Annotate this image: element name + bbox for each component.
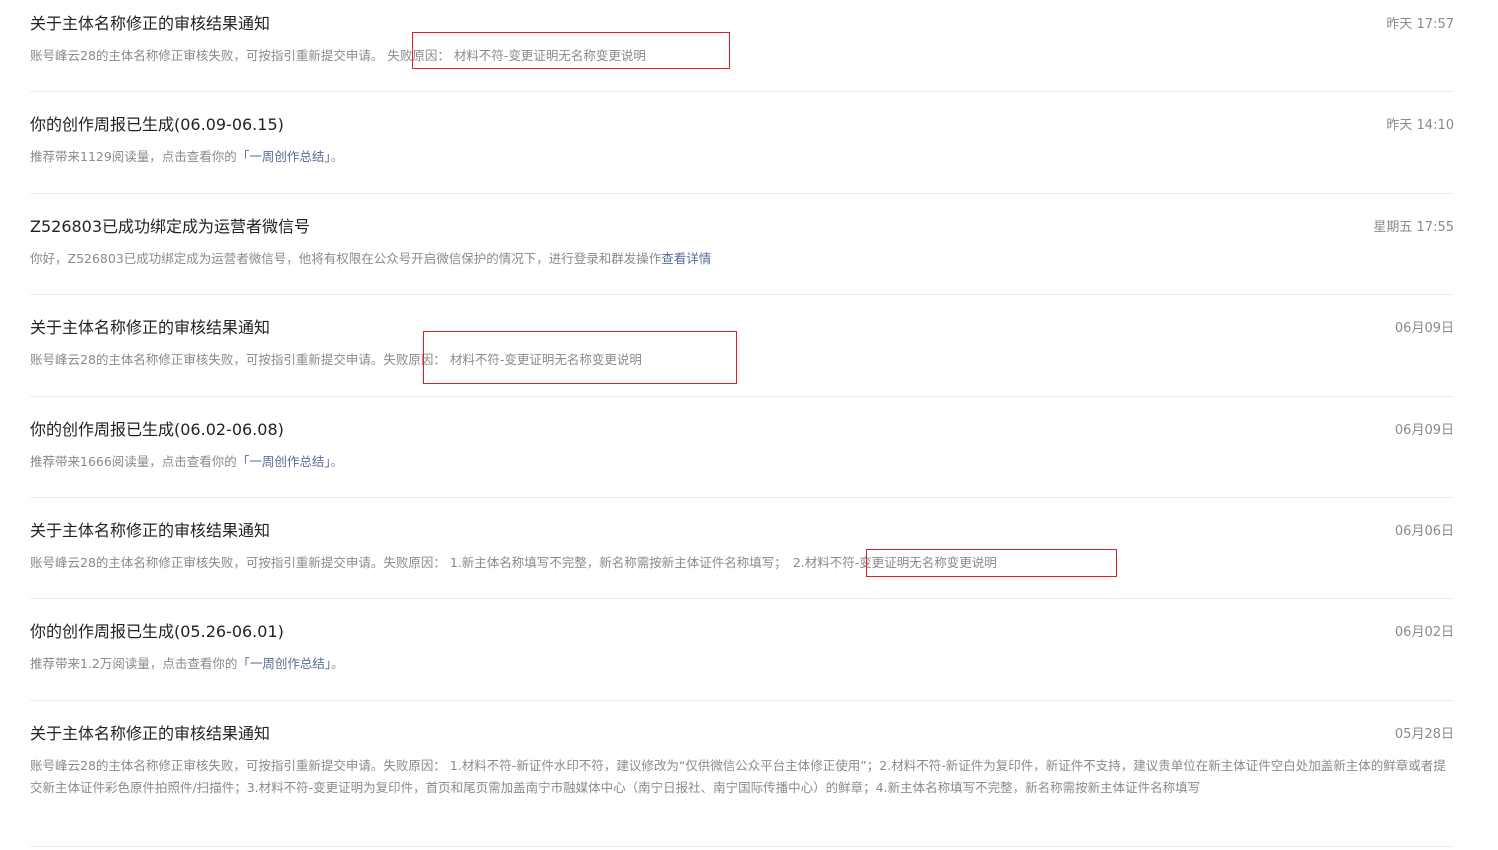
- weekly-summary-link[interactable]: 「一周创作总结」: [237, 656, 331, 671]
- message-desc: 你好，Z526803已成功绑定成为运营者微信号，他将有权限在公众号开启微信保护的…: [30, 248, 1454, 269]
- message-time: 星期五 17:55: [1373, 220, 1454, 235]
- list-item[interactable]: 你的创作周报已生成(05.26-06.01) 06月02日 推荐带来1.2万阅读…: [30, 599, 1454, 701]
- desc-text: 账号峰云28的主体名称修正审核失败，可按指引重新提交申请。: [30, 352, 384, 367]
- message-time: 06月02日: [1394, 625, 1454, 640]
- desc-text: 。: [330, 454, 344, 469]
- message-time: 06月09日: [1394, 321, 1454, 336]
- message-title[interactable]: 关于主体名称修正的审核结果通知: [30, 723, 270, 745]
- desc-text: 推荐带来1666阅读量，点击查看你的: [30, 454, 237, 469]
- message-desc: 推荐带来1666阅读量，点击查看你的「一周创作总结」。: [30, 451, 1454, 472]
- desc-text: 。: [330, 149, 344, 164]
- failure-reason-highlight: 失败原因： 材料不符-变更证明无名称变更说明: [383, 352, 642, 367]
- message-time: 05月28日: [1394, 727, 1454, 742]
- message-time: 昨天 17:57: [1386, 17, 1454, 32]
- message-time: 06月09日: [1394, 423, 1454, 438]
- view-details-link[interactable]: 查看详情: [661, 251, 711, 266]
- desc-text: 账号峰云28的主体名称修正审核失败，可按指引重新提交申请。: [30, 48, 384, 63]
- message-title[interactable]: 你的创作周报已生成(06.02-06.08): [30, 419, 284, 441]
- message-desc: 推荐带来1129阅读量，点击查看你的「一周创作总结」。: [30, 146, 1454, 167]
- message-desc: 账号峰云28的主体名称修正审核失败，可按指引重新提交申请。失败原因： 材料不符-…: [30, 45, 1454, 66]
- weekly-summary-link[interactable]: 「一周创作总结」: [237, 454, 331, 469]
- message-desc: 推荐带来1.2万阅读量，点击查看你的「一周创作总结」。: [30, 653, 1454, 674]
- desc-text: 你好，Z526803已成功绑定成为运营者微信号，他将有权限在公众号开启微信保护的…: [30, 251, 662, 266]
- message-title[interactable]: 关于主体名称修正的审核结果通知: [30, 13, 270, 35]
- message-title[interactable]: 关于主体名称修正的审核结果通知: [30, 317, 270, 339]
- desc-text: 。: [331, 656, 344, 671]
- list-item[interactable]: 关于主体名称修正的审核结果通知 昨天 17:57 账号峰云28的主体名称修正审核…: [30, 0, 1454, 92]
- list-item[interactable]: 关于主体名称修正的审核结果通知 06月06日 账号峰云28的主体名称修正审核失败…: [30, 498, 1454, 599]
- message-title[interactable]: 你的创作周报已生成(06.09-06.15): [30, 114, 284, 136]
- failure-reason-highlight: 失败原因： 材料不符-变更证明无名称变更说明: [387, 48, 646, 63]
- message-title[interactable]: 关于主体名称修正的审核结果通知: [30, 520, 270, 542]
- message-title[interactable]: Z526803已成功绑定成为运营者微信号: [30, 216, 310, 238]
- failure-reason-highlight: 2.材料不符-变更证明无名称变更说明: [792, 555, 997, 570]
- desc-text: 账号峰云28的主体名称修正审核失败，可按指引重新提交申请。失败原因： 1.新主体…: [30, 555, 787, 570]
- list-item[interactable]: 你的创作周报已生成(06.09-06.15) 昨天 14:10 推荐带来1129…: [30, 92, 1454, 194]
- message-desc: 账号峰云28的主体名称修正审核失败，可按指引重新提交申请。失败原因： 1.新主体…: [30, 552, 1454, 573]
- message-desc: 账号峰云28的主体名称修正审核失败，可按指引重新提交申请。失败原因： 1.材料不…: [30, 758, 1446, 795]
- list-item[interactable]: 关于主体名称修正的审核结果通知 06月09日 账号峰云28的主体名称修正审核失败…: [30, 295, 1454, 397]
- list-item[interactable]: Z526803已成功绑定成为运营者微信号 星期五 17:55 你好，Z52680…: [30, 194, 1454, 295]
- desc-text: 推荐带来1129阅读量，点击查看你的: [30, 149, 237, 164]
- list-item[interactable]: 关于主体名称修正的审核结果通知 05月28日 账号峰云28的主体名称修正审核失败…: [30, 701, 1454, 847]
- list-item[interactable]: 你的创作周报已生成(06.02-06.08) 06月09日 推荐带来1666阅读…: [30, 397, 1454, 498]
- message-title[interactable]: 你的创作周报已生成(05.26-06.01): [30, 621, 284, 643]
- message-time: 06月06日: [1394, 524, 1454, 539]
- desc-text: 推荐带来1.2万阅读量，点击查看你的: [30, 656, 238, 671]
- weekly-summary-link[interactable]: 「一周创作总结」: [237, 149, 331, 164]
- message-time: 昨天 14:10: [1386, 118, 1454, 133]
- message-desc: 账号峰云28的主体名称修正审核失败，可按指引重新提交申请。失败原因： 材料不符-…: [30, 349, 1454, 370]
